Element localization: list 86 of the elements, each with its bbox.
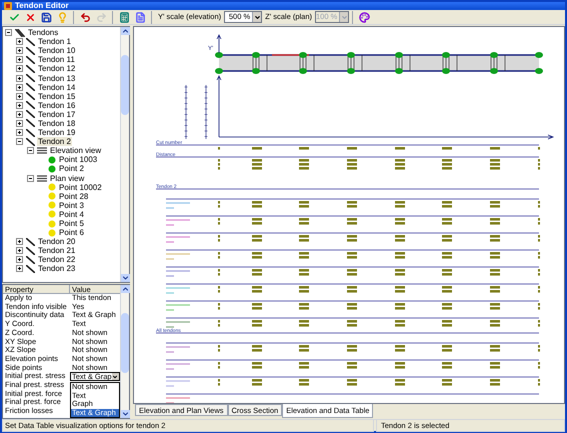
expand-icon[interactable] bbox=[16, 129, 23, 136]
calculator-icon bbox=[118, 12, 130, 22]
app-icon bbox=[4, 2, 12, 10]
lightbulb-icon bbox=[56, 12, 68, 22]
collapse-icon[interactable] bbox=[27, 174, 34, 182]
layers-icon bbox=[37, 147, 47, 154]
tree-item[interactable]: Tendon 19 bbox=[37, 128, 76, 138]
tree-item[interactable]: Tendon 18 bbox=[37, 118, 76, 128]
tree-item[interactable]: Tendon 15 bbox=[37, 92, 76, 101]
tree-item[interactable]: Point 6 bbox=[58, 228, 85, 238]
faint-label-drawing bbox=[165, 270, 191, 277]
scroll-thumb[interactable] bbox=[121, 313, 129, 373]
expand-icon[interactable] bbox=[16, 110, 23, 118]
collapse-icon[interactable] bbox=[5, 29, 12, 36]
faint-label-drawing bbox=[165, 346, 191, 353]
close-icon bbox=[24, 12, 36, 22]
caret-icon bbox=[112, 374, 118, 380]
collapse-icon[interactable] bbox=[16, 138, 23, 146]
document-icon bbox=[134, 12, 146, 22]
tree-item[interactable]: Point 5 bbox=[58, 219, 85, 228]
tree-item[interactable]: Tendon 23 bbox=[37, 264, 76, 274]
tree-item[interactable]: Tendon 16 bbox=[37, 100, 76, 110]
tree-item[interactable]: Tendon 13 bbox=[37, 74, 76, 83]
tree-item[interactable]: Tendon 17 bbox=[37, 110, 76, 119]
undo-icon bbox=[80, 12, 90, 22]
faint-label-drawing bbox=[165, 287, 191, 294]
expand-icon[interactable] bbox=[16, 92, 23, 100]
faint-label-drawing bbox=[165, 304, 191, 311]
tree-item[interactable]: Tendon 14 bbox=[37, 82, 76, 92]
faint-label-drawing bbox=[165, 380, 191, 387]
caret-icon bbox=[254, 14, 261, 20]
scale-bar bbox=[184, 84, 188, 140]
tree-item[interactable]: Tendon 10 bbox=[37, 46, 76, 56]
expand-icon[interactable] bbox=[16, 84, 23, 91]
tree-item[interactable]: Point 4 bbox=[58, 210, 85, 219]
caret-icon bbox=[340, 14, 348, 20]
tree-item[interactable]: Point 3 bbox=[58, 200, 85, 210]
expand-icon[interactable] bbox=[16, 120, 23, 127]
expand-icon[interactable] bbox=[16, 238, 23, 246]
expand-icon[interactable] bbox=[16, 102, 23, 109]
scroll-down-icon[interactable] bbox=[120, 410, 130, 418]
expand-icon[interactable] bbox=[16, 256, 23, 264]
expand-icon[interactable] bbox=[16, 247, 23, 254]
collapse-icon[interactable] bbox=[27, 147, 34, 154]
scroll-thumb[interactable] bbox=[121, 55, 129, 115]
tree-item[interactable]: Tendon 21 bbox=[37, 246, 76, 256]
faint-label-drawing bbox=[165, 202, 191, 209]
tree-item[interactable]: Tendon 20 bbox=[37, 237, 76, 246]
faint-label-drawing bbox=[165, 219, 191, 226]
redo-icon bbox=[96, 12, 106, 22]
scroll-up-icon[interactable] bbox=[120, 285, 130, 293]
tree-item[interactable]: Tendon 22 bbox=[37, 255, 76, 264]
tree-item[interactable]: Elevation view bbox=[49, 146, 102, 156]
faint-label-drawing bbox=[165, 236, 191, 243]
tree-item[interactable]: Point 28 bbox=[58, 192, 90, 201]
window-title: Tendon Editor bbox=[15, 2, 69, 10]
check-icon bbox=[8, 12, 20, 22]
layers-icon bbox=[37, 174, 47, 182]
tree-item[interactable]: Point 10002 bbox=[58, 182, 103, 192]
scroll-down-icon[interactable] bbox=[120, 274, 130, 282]
expand-icon[interactable] bbox=[16, 56, 23, 64]
faint-label-drawing bbox=[165, 397, 191, 403]
save-icon bbox=[40, 12, 52, 22]
tree-item[interactable]: Tendon 11 bbox=[37, 55, 76, 64]
cables-icon bbox=[15, 28, 25, 37]
scale-bar bbox=[204, 84, 208, 140]
faint-label-drawing bbox=[165, 363, 191, 370]
expand-icon[interactable] bbox=[16, 47, 23, 54]
tree-item[interactable]: Point 2 bbox=[58, 164, 85, 174]
expand-icon[interactable] bbox=[16, 65, 23, 72]
tree-item[interactable]: Tendon 2 bbox=[37, 137, 72, 146]
tree-item[interactable]: Tendons bbox=[27, 28, 60, 38]
tree-item[interactable]: Point 1003 bbox=[58, 155, 98, 164]
expand-icon[interactable] bbox=[16, 265, 23, 272]
faint-label-drawing bbox=[165, 253, 191, 260]
palette-button[interactable] bbox=[356, 10, 372, 24]
faint-label-drawing bbox=[165, 321, 191, 328]
scrollbar[interactable] bbox=[120, 27, 129, 282]
scroll-up-icon[interactable] bbox=[120, 27, 130, 35]
palette-icon bbox=[358, 12, 370, 22]
expand-icon[interactable] bbox=[16, 74, 23, 82]
tree-item[interactable]: Plan view bbox=[49, 174, 86, 183]
tree-item[interactable]: Tendon 12 bbox=[37, 64, 76, 74]
expand-icon[interactable] bbox=[16, 38, 23, 46]
tree-item[interactable]: Tendon 1 bbox=[37, 37, 72, 46]
scrollbar[interactable] bbox=[120, 285, 129, 418]
